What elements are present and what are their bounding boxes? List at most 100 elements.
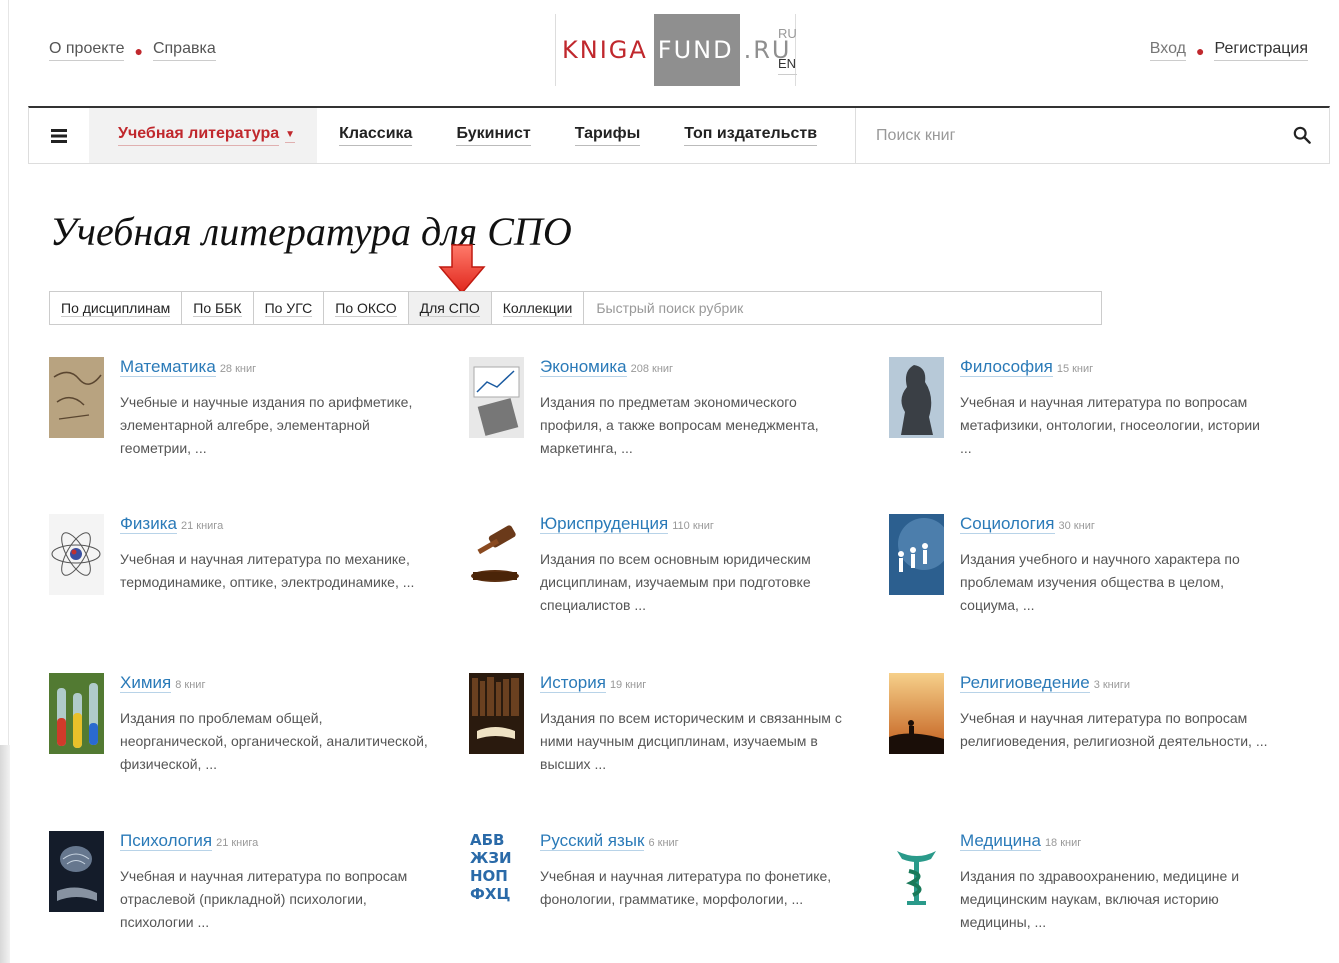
bullet-separator: ● — [1196, 42, 1205, 59]
category-description: Учебные и научные издания по арифметике,… — [120, 394, 413, 456]
window-shadow — [0, 745, 10, 963]
category-description: Учебная и научная литература по вопросам… — [960, 710, 1268, 749]
rubric-search-input[interactable] — [596, 300, 1089, 316]
category-description: Издания по проблемам общей, неорганическ… — [120, 710, 428, 772]
tab-collections[interactable]: Коллекции — [492, 292, 585, 324]
svg-text:АБВ: АБВ — [470, 831, 504, 849]
svg-text:НОП: НОП — [470, 867, 508, 885]
site-logo[interactable]: KNIGA FUND .RU — [555, 14, 797, 86]
nav-item-label: Тарифы — [574, 125, 641, 146]
category-thumbnail[interactable] — [889, 673, 944, 754]
tab-label: По ББК — [193, 299, 242, 317]
category-thumbnail[interactable] — [889, 831, 944, 912]
menu-icon[interactable] — [29, 108, 89, 163]
category-count: 8 книг — [175, 679, 206, 691]
search-input[interactable] — [876, 126, 1309, 145]
tab-by-ugs[interactable]: По УГС — [254, 292, 325, 324]
category-thumbnail[interactable] — [469, 357, 524, 438]
rubric-search — [584, 292, 1101, 324]
category-title[interactable]: Медицина — [960, 831, 1041, 851]
category-description: Учебная и научная литература по вопросам… — [120, 868, 408, 930]
category-count: 21 книга — [216, 837, 259, 849]
category-description: Издания учебного и научного характера по… — [960, 551, 1240, 613]
category-description: Учебная и научная литература по вопросам… — [960, 394, 1260, 456]
top-links: О проекте ● Справка — [49, 40, 216, 61]
login-link[interactable]: Вход — [1149, 40, 1186, 61]
tab-label: По УГС — [264, 299, 313, 317]
category-title[interactable]: Химия — [120, 673, 172, 693]
tab-label: Для СПО — [419, 299, 480, 317]
category-thumbnail[interactable] — [49, 831, 104, 912]
category-title[interactable]: Русский язык — [540, 831, 645, 851]
category-thumbnail[interactable]: АБВЖЗИНОПФХЦ — [469, 831, 524, 912]
nav-item-classics[interactable]: Классика — [317, 108, 434, 163]
category-title[interactable]: Экономика — [540, 357, 627, 377]
category-title[interactable]: Математика — [120, 357, 216, 377]
category-count: 21 книга — [180, 520, 224, 532]
help-link[interactable]: Справка — [152, 40, 216, 61]
logo-part-kniga: KNIGA — [555, 14, 654, 86]
category-thumbnail[interactable] — [49, 673, 104, 754]
tab-by-bbk[interactable]: По ББК — [182, 292, 254, 324]
svg-text:ФХЦ: ФХЦ — [470, 885, 510, 903]
category-description: Издания по всем основным юридическим дис… — [540, 551, 811, 613]
category-thumbnail[interactable] — [469, 514, 524, 595]
nav-item-label: Топ издательств — [684, 125, 818, 146]
nav-item-label: Классика — [339, 125, 413, 146]
auth-links: Вход ● Регистрация — [1149, 40, 1308, 61]
tab-label: По ОКСО — [335, 299, 397, 317]
main-nav: Учебная литература ▼ Классика Букинист Та… — [28, 106, 1330, 164]
lang-en[interactable]: EN — [778, 54, 797, 75]
nav-item-textbooks[interactable]: Учебная литература ▼ — [89, 108, 318, 163]
language-switcher: RU EN — [778, 24, 797, 75]
tab-label: По дисциплинам — [61, 299, 171, 317]
category-count: 28 книг — [219, 363, 257, 375]
search-icon[interactable] — [1293, 126, 1311, 144]
category-description: Учебная и научная литература по фонетике… — [540, 868, 832, 907]
logo-part-fund: FUND — [653, 14, 740, 86]
nav-item-label: Букинист — [456, 125, 531, 146]
category-title[interactable]: Социология — [960, 514, 1055, 534]
about-link[interactable]: О проекте — [49, 40, 125, 61]
category-thumbnail[interactable] — [469, 673, 524, 754]
category-description: Издания по здравоохранению, медицине и м… — [960, 868, 1240, 930]
category-description: Издания по всем историческим и связанным… — [540, 710, 842, 772]
category-thumbnail[interactable] — [889, 514, 944, 595]
category-count: 18 книг — [1044, 837, 1082, 849]
nav-item-top-publishers[interactable]: Топ издательств — [662, 108, 839, 163]
tab-for-spo[interactable]: Для СПО — [408, 292, 492, 324]
category-thumbnail[interactable] — [889, 357, 944, 438]
bullet-separator: ● — [134, 42, 143, 59]
category-thumbnail[interactable] — [49, 514, 104, 595]
category-title[interactable]: Философия — [960, 357, 1053, 377]
annotation-arrow-icon — [438, 244, 486, 295]
category-count: 6 книг — [648, 837, 679, 849]
category-count: 110 книг — [672, 520, 714, 532]
svg-text:ЖЗИ: ЖЗИ — [470, 849, 512, 867]
tab-by-discipline[interactable]: По дисциплинам — [50, 292, 183, 324]
category-title[interactable]: История — [540, 673, 606, 693]
category-thumbnail[interactable] — [49, 357, 104, 438]
nav-item-label: Учебная литература — [118, 125, 280, 146]
nav-item-tariffs[interactable]: Тарифы — [553, 108, 663, 163]
top-bar: О проекте ● Справка KNIGA FUND .RU RU EN… — [28, 0, 1330, 106]
category-title[interactable]: Физика — [120, 514, 177, 534]
category-count: 19 книг — [609, 679, 647, 691]
page-title: Учебная литература для СПО — [50, 209, 572, 254]
category-title[interactable]: Юриспруденция — [540, 514, 669, 534]
tab-label: Коллекции — [502, 299, 573, 317]
nav-item-antiquarian[interactable]: Букинист — [434, 108, 552, 163]
category-description: Издания по предметам экономического проф… — [540, 394, 819, 456]
lang-ru[interactable]: RU — [778, 24, 797, 44]
caret-down-icon: ▼ — [285, 129, 296, 143]
category-count: 208 книг — [630, 363, 674, 375]
tab-by-okso[interactable]: По ОКСО — [324, 292, 409, 324]
book-search — [855, 108, 1329, 163]
category-count: 15 книг — [1056, 363, 1094, 375]
category-title[interactable]: Психология — [120, 831, 213, 851]
category-count: 30 книг — [1058, 520, 1095, 532]
category-description: Учебная и научная литература по механике… — [120, 551, 415, 590]
register-link[interactable]: Регистрация — [1214, 40, 1308, 61]
category-title[interactable]: Религиоведение — [960, 673, 1090, 693]
catalog-tabs: По дисциплинам По ББК По УГС По ОКСО Для… — [49, 291, 1102, 325]
